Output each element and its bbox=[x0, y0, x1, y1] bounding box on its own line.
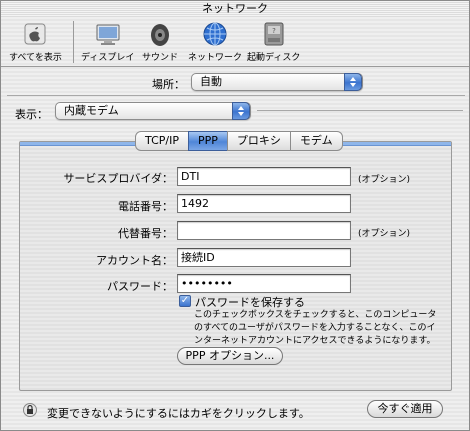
toolbar-startup-disk[interactable]: ? 起動ディスク bbox=[247, 20, 300, 63]
lock-icon[interactable] bbox=[23, 403, 37, 417]
password-field[interactable]: •••••••• bbox=[177, 274, 351, 293]
save-password-help: このチェックボックスをチェックすると、このコンピュータのすべてのユーザがパスワー… bbox=[194, 310, 437, 346]
toolbar-label: ネットワーク bbox=[188, 53, 243, 63]
password-value: •••••••• bbox=[181, 277, 233, 290]
service-provider-label: サービスプロバイダ： bbox=[63, 172, 173, 185]
location-label: 場所： bbox=[152, 78, 185, 91]
tab-ppp[interactable]: PPP bbox=[187, 131, 228, 151]
save-password-checkbox[interactable]: ✓ bbox=[179, 295, 191, 307]
service-provider-field[interactable]: DTI bbox=[177, 167, 351, 186]
show-popup[interactable]: 内蔵モデム bbox=[55, 102, 251, 120]
phone-field[interactable]: 1492 bbox=[177, 194, 351, 213]
title-bar: ネットワーク bbox=[1, 1, 469, 17]
divider bbox=[7, 95, 465, 96]
apply-now-button[interactable]: 今すぐ適用 bbox=[367, 400, 443, 418]
account-value: 接続ID bbox=[181, 251, 215, 264]
speaker-icon bbox=[151, 24, 169, 46]
show-value: 内蔵モデム bbox=[64, 104, 119, 117]
password-label: パスワード： bbox=[107, 280, 173, 293]
account-field[interactable]: 接続ID bbox=[177, 248, 351, 267]
service-provider-value: DTI bbox=[181, 170, 200, 183]
divider bbox=[257, 110, 463, 111]
toolbar-display[interactable]: ディスプレイ bbox=[81, 20, 134, 63]
save-password-label: パスワードを保存する bbox=[195, 296, 305, 309]
toolbar-label: すべてを表示 bbox=[9, 53, 62, 63]
apple-grid-icon bbox=[24, 23, 46, 45]
lock-message: 変更できないようにするにはカギをクリックします。 bbox=[47, 407, 310, 420]
toolbar-label: ディスプレイ bbox=[81, 53, 135, 63]
phone-value: 1492 bbox=[181, 197, 209, 210]
location-value: 自動 bbox=[200, 75, 222, 88]
toolbar-sound[interactable]: サウンド bbox=[142, 20, 178, 63]
window-title: ネットワーク bbox=[202, 2, 268, 15]
network-preferences-window: ネットワーク すべてを表示 ディスプレイ サウンド ネットワーク ? 起動ディス… bbox=[0, 0, 470, 431]
phone-label: 電話番号： bbox=[118, 200, 173, 213]
toolbar-label: サウンド bbox=[142, 53, 179, 63]
optional-hint: (オプション) bbox=[358, 175, 411, 185]
tab-bar: TCP/IP PPP プロキシ モデム bbox=[135, 131, 343, 151]
popup-arrows-icon bbox=[232, 102, 250, 120]
svg-text:?: ? bbox=[272, 27, 276, 35]
optional-hint: (オプション) bbox=[358, 229, 411, 239]
show-label: 表示： bbox=[15, 108, 48, 121]
toolbar-network[interactable]: ネットワーク bbox=[188, 20, 242, 63]
popup-arrows-icon bbox=[344, 73, 362, 91]
alt-phone-label: 代替番号： bbox=[118, 227, 173, 240]
disk-icon: ? bbox=[264, 22, 284, 46]
globe-icon bbox=[203, 22, 227, 46]
alt-phone-field[interactable] bbox=[177, 221, 351, 240]
location-popup[interactable]: 自動 bbox=[191, 73, 363, 91]
toolbar-show-all[interactable]: すべてを表示 bbox=[9, 20, 62, 63]
tab-proxy[interactable]: プロキシ bbox=[226, 131, 291, 151]
tab-tcpip[interactable]: TCP/IP bbox=[135, 131, 189, 151]
tab-modem[interactable]: モデム bbox=[289, 131, 343, 151]
display-icon bbox=[96, 24, 120, 45]
account-label: アカウント名： bbox=[96, 254, 173, 267]
toolbar: すべてを表示 ディスプレイ サウンド ネットワーク ? 起動ディスク bbox=[1, 17, 469, 67]
ppp-options-button[interactable]: PPP オプション... bbox=[177, 347, 283, 365]
toolbar-separator bbox=[73, 21, 74, 63]
toolbar-label: 起動ディスク bbox=[247, 53, 301, 63]
